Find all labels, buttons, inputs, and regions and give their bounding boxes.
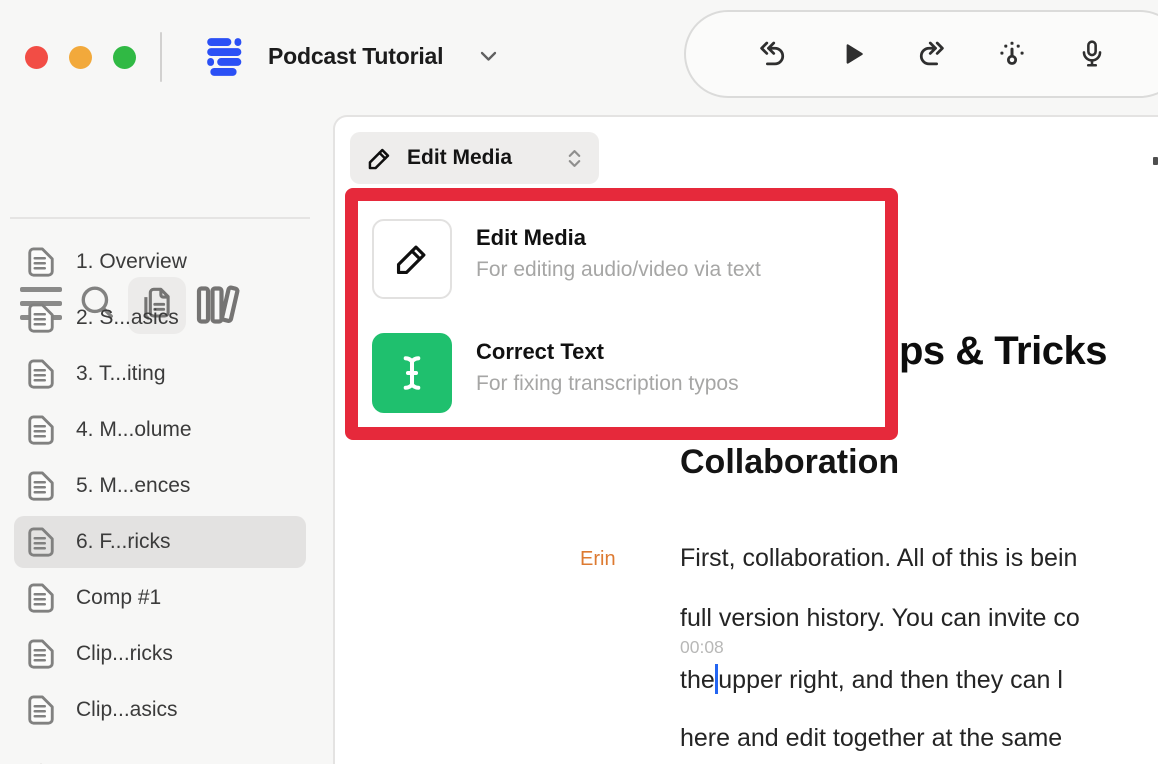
sidebar-item-label: 1. Overview [76, 250, 187, 274]
document-icon [26, 469, 56, 503]
sidebar-item-sequences[interactable]: 5. M...ences [0, 458, 333, 514]
sidebar-item-comp-1[interactable]: Comp #1 [0, 570, 333, 626]
microphone-icon [1077, 39, 1107, 69]
section-heading: Collaboration [680, 443, 899, 482]
skip-forward-button[interactable] [916, 38, 948, 70]
sidebar-item-label: 6. F...ricks [76, 530, 171, 554]
sidebar-item-label: 5. M...ences [76, 474, 190, 498]
transcript-line[interactable]: here and edit together at the same [680, 724, 1062, 753]
chevron-down-icon[interactable] [480, 51, 497, 62]
transcript-line[interactable]: First, collaboration. All of this is bei… [680, 544, 1077, 573]
text-cursor-icon [391, 352, 433, 394]
sidebar-divider [10, 217, 310, 219]
sidebar-item-clip-tricks[interactable]: Clip...ricks [0, 626, 333, 682]
document-heading-fragment: ps & Tricks [899, 329, 1107, 374]
annotation-rectangle: Edit Media For editing audio/video via t… [345, 188, 898, 440]
document-icon [26, 245, 56, 279]
skip-back-icon [757, 39, 787, 69]
sidebar-toolbar [0, 138, 333, 200]
project-title[interactable]: Podcast Tutorial [268, 43, 443, 70]
sidebar-item-label: 3. T...iting [76, 362, 166, 386]
chevron-up-down-icon [566, 148, 583, 169]
dropdown-item-title: Edit Media [476, 225, 761, 251]
skip-back-button[interactable] [756, 38, 788, 70]
add-new-button[interactable]: Add new [0, 746, 333, 764]
edit-mode-label: Edit Media [407, 146, 566, 170]
sidebar-item-label: Clip...ricks [76, 642, 173, 666]
ai-assistant-button[interactable] [996, 38, 1028, 70]
minimize-window-button[interactable] [69, 46, 92, 69]
cursor-timestamp: 00:08 [680, 637, 724, 658]
pencil-icon [366, 145, 393, 172]
sidebar-item-editing[interactable]: 3. T...iting [0, 346, 333, 402]
document-icon [26, 637, 56, 671]
ai-assistant-icon [997, 39, 1027, 69]
close-window-button[interactable] [25, 46, 48, 69]
edit-media-icon-tile [372, 219, 452, 299]
correct-text-icon-tile [372, 333, 452, 413]
header-divider [160, 32, 162, 82]
record-button[interactable] [1076, 38, 1108, 70]
clipped-toolbar-icon [1153, 157, 1158, 165]
edit-mode-selector-button[interactable]: Edit Media [350, 132, 599, 184]
skip-forward-icon [917, 39, 947, 69]
transport-bar [684, 10, 1158, 98]
pencil-icon [393, 240, 431, 278]
play-icon [838, 40, 866, 68]
sidebar-item-basics[interactable]: 2. S...asics [0, 290, 333, 346]
document-icon [26, 525, 56, 559]
sidebar-item-label: Comp #1 [76, 586, 161, 610]
text-before-cursor: the [680, 666, 715, 694]
sidebar-item-label: 2. S...asics [76, 306, 179, 330]
descript-window: Podcast Tutorial [0, 0, 1158, 764]
sidebar-item-tips-tricks-selected[interactable]: 6. F...ricks [0, 514, 333, 570]
dropdown-item-edit-media[interactable]: Edit Media For editing audio/video via t… [372, 219, 871, 299]
descript-logo-icon [203, 36, 245, 78]
dropdown-item-subtitle: For fixing transcription typos [476, 372, 739, 396]
transcript-line-with-cursor[interactable]: theupper right, and then they can l [680, 664, 1063, 695]
document-icon [26, 413, 56, 447]
sidebar-item-volume[interactable]: 4. M...olume [0, 402, 333, 458]
document-icon [26, 581, 56, 615]
play-button[interactable] [836, 38, 868, 70]
sidebar-item-clip-basics[interactable]: Clip...asics [0, 682, 333, 738]
sidebar-item-label: Clip...asics [76, 698, 178, 722]
zoom-window-button[interactable] [113, 46, 136, 69]
speaker-label[interactable]: Erin [580, 548, 616, 571]
document-icon [26, 357, 56, 391]
sidebar-item-label: 4. M...olume [76, 418, 192, 442]
document-icon [26, 693, 56, 727]
dropdown-item-correct-text[interactable]: Correct Text For fixing transcription ty… [372, 333, 871, 413]
text-after-cursor: upper right, and then they can l [718, 666, 1063, 694]
dropdown-item-subtitle: For editing audio/video via text [476, 258, 761, 282]
composition-list: 1. Overview 2. S...asics 3. T...iting 4.… [0, 234, 333, 738]
sidebar-item-overview[interactable]: 1. Overview [0, 234, 333, 290]
transcript-line[interactable]: full version history. You can invite co [680, 604, 1080, 633]
document-icon [26, 301, 56, 335]
dropdown-item-title: Correct Text [476, 339, 739, 365]
